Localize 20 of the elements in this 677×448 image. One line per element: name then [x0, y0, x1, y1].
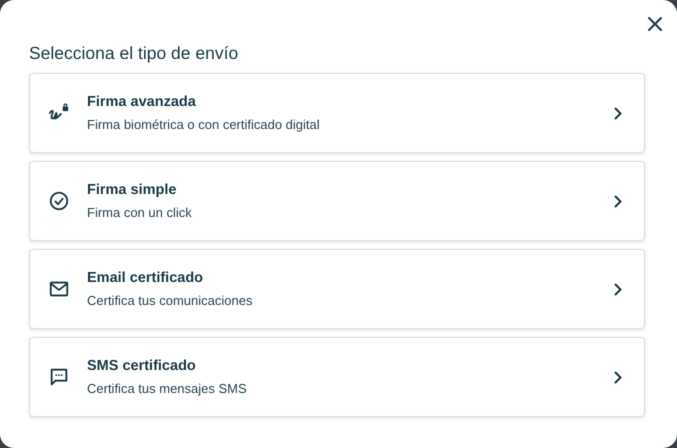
option-description: Certifica tus mensajes SMS [87, 380, 248, 396]
chat-icon [48, 366, 70, 388]
option-description: Certifica tus comunicaciones [87, 292, 254, 308]
chevron-right-icon [614, 370, 622, 384]
chevron-right-icon [614, 194, 622, 208]
close-icon [647, 16, 663, 32]
option-description: Firma con un click [87, 204, 193, 220]
option-description: Firma biométrica o con certificado digital [87, 116, 321, 132]
option-card[interactable]: Firma avanzada Firma biométrica o con certificado digital [29, 73, 645, 153]
option-card[interactable]: Email certificado Certifica tus comunicaciones [29, 249, 645, 329]
check-circle-icon [48, 190, 70, 212]
chevron-right-icon [614, 282, 622, 296]
option-title: Firma simple [87, 182, 178, 198]
dialog-title: Selecciona el tipo de envío [29, 42, 240, 64]
option-card[interactable]: SMS certificado Certifica tus mensajes SMS [29, 337, 645, 417]
option-title: SMS certificado [87, 358, 197, 374]
option-card[interactable]: Firma simple Firma con un click [29, 161, 645, 241]
option-title: Email certificado [87, 270, 204, 286]
chevron-right-icon [614, 106, 622, 120]
option-title: Firma avanzada [87, 94, 197, 110]
